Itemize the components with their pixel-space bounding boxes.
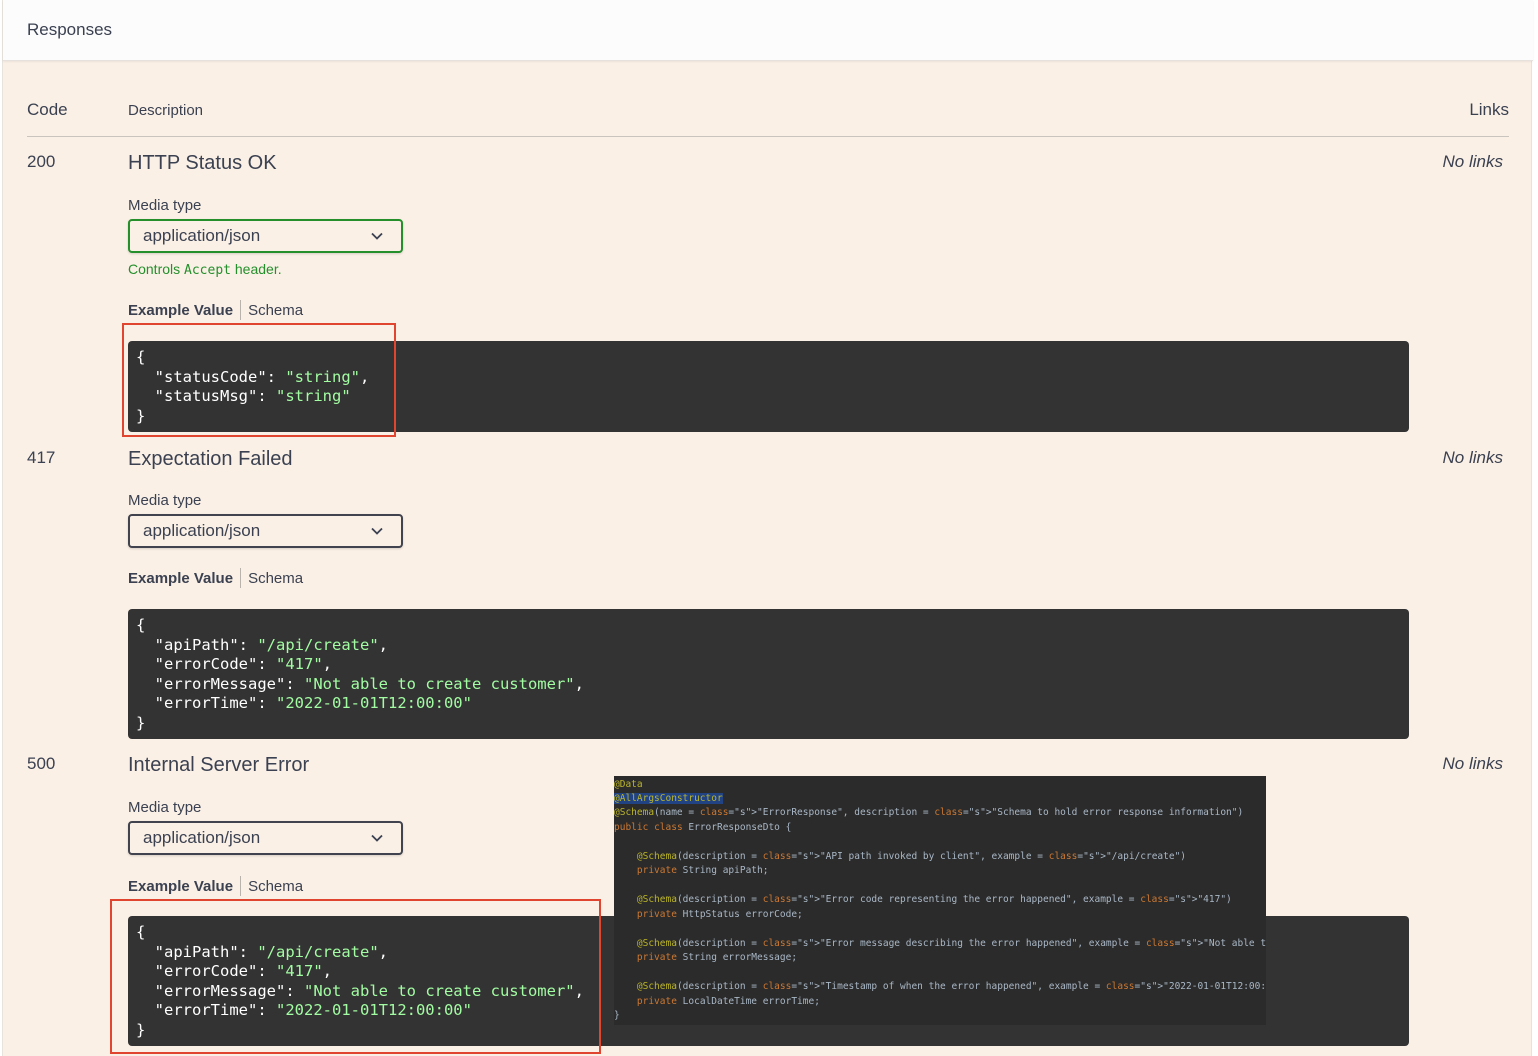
column-header-code: Code [27, 100, 68, 119]
json-value: "/api/create" [257, 635, 379, 654]
json-value: "string" [276, 387, 351, 405]
response-code-417: 417 [27, 448, 56, 467]
json-value: "2022-01-01T12:00:00" [276, 694, 472, 712]
code-line: @Schema(name = class="s">"ErrorResponse"… [614, 807, 1244, 818]
response-code-200: 200 [27, 152, 56, 171]
tab-schema[interactable]: Schema [248, 878, 303, 895]
response-description-500: Internal Server Error [128, 754, 310, 776]
tab-example-value[interactable]: Example Value [128, 302, 233, 319]
json-key: "errorCode" [154, 655, 258, 673]
code-line: private String errorMessage; [636, 952, 798, 963]
code-line: } [614, 1010, 620, 1021]
media-type-select-500[interactable]: application/json [128, 821, 403, 855]
json-key: "errorMessage" [154, 981, 286, 1000]
media-type-value: application/json [143, 521, 261, 540]
tab-divider [240, 876, 242, 896]
header-divider [27, 136, 1509, 137]
json-key: "apiPath" [154, 942, 239, 961]
tab-divider [240, 568, 242, 588]
json-key: "statusCode" [154, 367, 267, 386]
json-key: "errorCode" [154, 962, 258, 980]
json-key: "apiPath" [154, 635, 239, 654]
java-code-screenshot: @Data @AllArgsConstructor @Schema(name = c… [614, 776, 1266, 1025]
json-key: "errorMessage" [154, 674, 286, 693]
media-type-select-417[interactable]: application/json [128, 514, 403, 548]
code-line: private String apiPath; [636, 865, 769, 876]
json-key: "errorTime" [154, 1001, 258, 1019]
media-type-label: Media type [128, 492, 202, 509]
code-line: @Schema(description = class="s">"Error c… [636, 894, 1232, 905]
media-type-value: application/json [143, 828, 261, 847]
tab-schema[interactable]: Schema [248, 570, 303, 587]
column-header-description: Description [128, 102, 204, 119]
chevron-down-icon [371, 527, 383, 535]
media-type-select-200[interactable]: application/json [128, 219, 403, 253]
response-code-500: 500 [27, 754, 56, 773]
tab-schema[interactable]: Schema [248, 302, 303, 319]
json-value: "417" [276, 962, 323, 980]
chevron-down-icon [371, 232, 383, 240]
example-code-200: { "statusCode": "string", "statusMsg": "… [128, 341, 1409, 432]
json-value: "Not able to create customer" [304, 981, 575, 1000]
code-line: @Data [614, 779, 643, 790]
json-key: "statusMsg" [154, 387, 258, 405]
controls-note-code: Accept [184, 263, 231, 278]
example-code-417: { "apiPath": "/api/create", "errorCode":… [128, 609, 1409, 739]
responses-header: Responses [3, 0, 1533, 61]
code-line: private HttpStatus errorCode; [636, 909, 803, 920]
code-line: public class ErrorResponseDto { [614, 822, 792, 833]
response-description-417: Expectation Failed [128, 448, 293, 470]
code-line: @Schema(description = class="s">"Timesta… [636, 981, 1266, 992]
code-line: private LocalDateTime errorTime; [636, 996, 820, 1007]
json-open-brace: { [136, 923, 146, 941]
column-header-links: Links [1469, 100, 1509, 119]
media-type-value: application/json [143, 226, 261, 245]
json-open-brace: { [136, 616, 146, 634]
media-type-label: Media type [128, 799, 202, 816]
json-close-brace: } [136, 1020, 146, 1039]
chevron-down-icon [371, 834, 383, 842]
tab-example-value[interactable]: Example Value [128, 570, 233, 587]
tab-example-value[interactable]: Example Value [128, 878, 233, 895]
json-close-brace: } [136, 713, 146, 732]
controls-accept-note: Controls Accept header. [128, 261, 282, 278]
json-value: "2022-01-01T12:00:00" [276, 1001, 472, 1019]
example-tabs-417: Example Value Schema [128, 568, 303, 588]
json-value: "/api/create" [257, 942, 379, 961]
response-links-200: No links [1442, 152, 1503, 171]
example-tabs-200: Example Value Schema [128, 300, 303, 320]
controls-note-suffix: header. [231, 261, 282, 277]
response-links-500: No links [1442, 754, 1503, 773]
responses-panel: Responses Code Description Links 200 HTT… [2, 0, 1533, 1056]
code-line: @Schema(description = class="s">"API pat… [636, 851, 1187, 862]
section-title: Responses [27, 20, 113, 39]
json-open-brace: { [136, 348, 146, 366]
example-tabs-500: Example Value Schema [128, 876, 303, 896]
json-value: "string" [285, 367, 360, 386]
json-close-brace: } [136, 406, 146, 425]
code-line: @Schema(description = class="s">"Error m… [636, 938, 1266, 949]
json-value: "417" [276, 655, 323, 673]
response-links-417: No links [1442, 448, 1503, 467]
json-key: "errorTime" [154, 694, 258, 712]
controls-note-prefix: Controls [128, 261, 185, 277]
response-description-200: HTTP Status OK [128, 152, 277, 174]
json-value: "Not able to create customer" [304, 674, 575, 693]
media-type-label: Media type [128, 197, 202, 214]
code-line: @AllArgsConstructor [614, 793, 723, 804]
tab-divider [240, 300, 242, 320]
